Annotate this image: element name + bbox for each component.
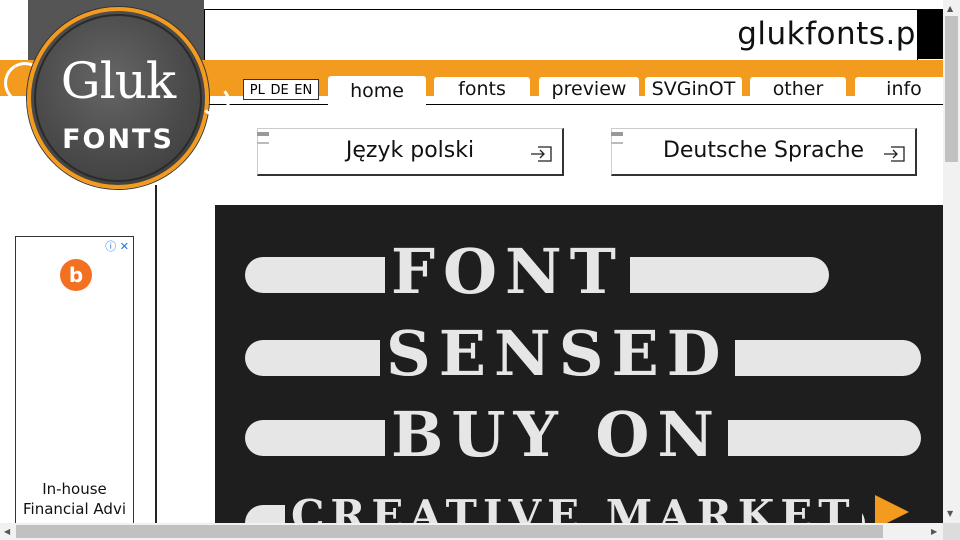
horizontal-scrollbar-thumb[interactable] xyxy=(16,525,883,538)
polish-language-button[interactable]: Język polski xyxy=(257,128,564,176)
scroll-up-arrow-icon[interactable]: ▲ xyxy=(947,4,953,13)
banner-text-buy-on: BUY ON xyxy=(385,398,728,471)
scrollbar-corner xyxy=(943,523,960,540)
banner-text-font: FONT xyxy=(385,235,630,308)
site-title-dark-end xyxy=(917,9,943,59)
scroll-right-arrow-icon[interactable]: ▶ xyxy=(931,527,937,536)
lang-de-link[interactable]: DE xyxy=(270,80,288,99)
ad-text: In-house Financial Advi xyxy=(22,480,126,518)
logo-word-fonts: FONTS xyxy=(62,124,174,155)
lang-en-link[interactable]: EN xyxy=(294,80,312,99)
enter-icon xyxy=(531,146,552,162)
vertical-scrollbar-thumb[interactable] xyxy=(945,16,958,162)
scroll-down-arrow-icon[interactable]: ▼ xyxy=(947,509,953,518)
tab-svginot[interactable]: SVGinOT xyxy=(645,77,742,101)
tab-other[interactable]: other xyxy=(750,77,846,101)
tab-home[interactable]: home xyxy=(328,76,426,105)
lang-pl-link[interactable]: PL xyxy=(250,80,265,99)
creative-market-banner[interactable]: FONT SENSED BUY ON CREATIVE MARKET xyxy=(215,205,943,525)
polish-language-label: Język polski xyxy=(345,138,475,163)
ad-info-close-icon[interactable]: ⓘ ✕ xyxy=(105,238,129,254)
banner-text-sensed: SENSED xyxy=(380,317,735,390)
tab-fonts[interactable]: fonts xyxy=(434,77,530,101)
banner-text-creative-market: CREATIVE MARKET xyxy=(285,491,862,525)
enter-icon xyxy=(884,146,905,162)
sidebar-advertisement[interactable]: ⓘ ✕ b In-house Financial Advi xyxy=(15,236,134,536)
tab-preview[interactable]: preview xyxy=(539,77,639,101)
logo-word-gluk: Gluk xyxy=(60,52,176,110)
play-icon[interactable] xyxy=(875,495,909,525)
german-language-label: Deutsche Sprache xyxy=(662,138,865,163)
button-corner-mark xyxy=(611,132,623,144)
button-corner-mark xyxy=(257,132,269,144)
site-title[interactable]: glukfonts.p xyxy=(737,9,916,59)
language-switcher: PL DE EN xyxy=(243,79,319,100)
logo-swirl-right xyxy=(200,86,230,116)
scroll-left-arrow-icon[interactable]: ◀ xyxy=(4,527,10,536)
tab-info[interactable]: info xyxy=(855,77,953,101)
sidebar-divider xyxy=(155,185,157,525)
ad-brand-logo: b xyxy=(60,259,92,291)
german-language-button[interactable]: Deutsche Sprache xyxy=(611,128,917,176)
